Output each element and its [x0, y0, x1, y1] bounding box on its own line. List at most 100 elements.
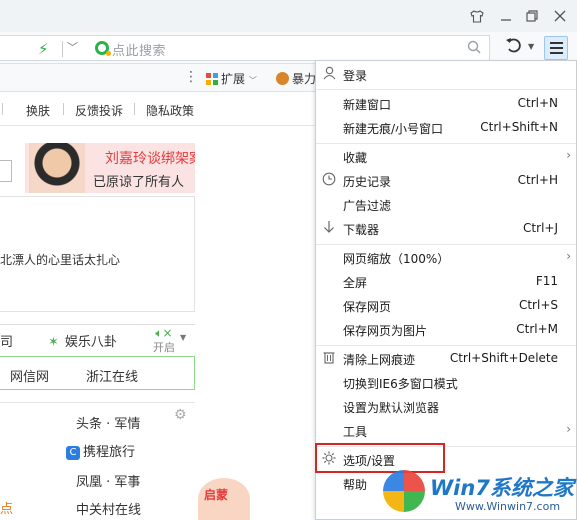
- menu-separator: [316, 244, 576, 245]
- chevron-right-icon: ›: [566, 422, 571, 436]
- list-item[interactable]: 头条 · 军情: [76, 413, 140, 432]
- extensions-button[interactable]: 扩展 ﹀: [206, 70, 257, 87]
- menu-item-shortcut: Ctrl+M: [516, 322, 558, 336]
- tab-partial[interactable]: 司: [0, 331, 13, 350]
- menu-item-label: 保存网页为图片: [343, 324, 428, 338]
- skin-shirt-icon[interactable]: [467, 7, 487, 25]
- watermark: Win7系统之家 Www.Winwin7.com: [375, 466, 577, 520]
- search-placeholder[interactable]: 点此搜索: [112, 40, 166, 59]
- list-item[interactable]: C 携程旅行: [66, 441, 135, 460]
- tab-entertainment-label: 娱乐八卦: [64, 335, 117, 350]
- green-link-row: 网信网 浙江在线: [0, 356, 195, 390]
- menu-item-label: 清除上网痕迹: [343, 353, 416, 367]
- link-wangxin[interactable]: 网信网: [10, 366, 49, 385]
- menu-item-incognito[interactable]: 新建无痕/小号窗口 Ctrl+Shift+N: [316, 116, 576, 140]
- close-icon[interactable]: [550, 7, 570, 25]
- chevron-down-icon: ﹀: [248, 76, 257, 85]
- privacy-link[interactable]: 隐私政策: [146, 102, 194, 119]
- search-engine-logo-icon[interactable]: [95, 41, 111, 56]
- gear-icon[interactable]: ⚙: [174, 407, 187, 423]
- menu-item-save-as-image[interactable]: 保存网页为图片 Ctrl+M: [316, 318, 576, 342]
- feedback-link[interactable]: 反馈投诉: [75, 102, 123, 119]
- list-item[interactable]: 中关村在线: [76, 499, 141, 518]
- skin-link[interactable]: 换肤: [26, 102, 50, 119]
- sound-toggle-label: 开启: [153, 341, 175, 354]
- divider: [63, 103, 64, 115]
- menu-item-favorites[interactable]: 收藏 ›: [316, 145, 576, 169]
- extensions-grid-icon: [206, 73, 218, 85]
- menu-item-shortcut: Ctrl+J: [523, 221, 558, 235]
- menu-item-shortcut: F11: [535, 274, 558, 288]
- link-zhejiang-online[interactable]: 浙江在线: [86, 366, 138, 385]
- ad-subtitle: 已原谅了所有人: [93, 175, 185, 190]
- menu-item-label: 全屏: [343, 276, 368, 290]
- menu-separator: [316, 345, 576, 346]
- menu-item-shortcut: Ctrl+Shift+N: [480, 120, 558, 134]
- trash-icon: [321, 350, 337, 368]
- speaker-muted-icon: 🔈︎×: [155, 326, 173, 340]
- promo-thumbnail[interactable]: 启蒙: [198, 478, 250, 520]
- ctrip-icon: C: [66, 446, 80, 460]
- menu-item-history[interactable]: 历史记录 Ctrl+H: [316, 169, 576, 193]
- ad-banner[interactable]: 刘嘉玲谈绑架案 已原谅了所有人: [25, 143, 195, 193]
- news-headline[interactable]: 北漂人的心里话太扎心: [0, 251, 120, 268]
- tab-entertainment[interactable]: ✶ 娱乐八卦: [48, 331, 117, 350]
- extension-item-label: 暴力: [292, 72, 317, 86]
- menu-item-fullscreen[interactable]: 全屏 F11: [316, 270, 576, 294]
- menu-item-label: 网页缩放（100%）: [343, 252, 450, 266]
- chevron-down-icon[interactable]: ﹀: [67, 39, 78, 55]
- extensions-label: 扩展: [221, 72, 246, 86]
- extension-item[interactable]: 暴力: [276, 70, 316, 87]
- menu-item-label: 工具: [343, 425, 368, 439]
- more-vertical-icon[interactable]: ⋮: [184, 69, 198, 85]
- menu-item-label: 保存网页: [343, 300, 392, 314]
- menu-item-login[interactable]: 登录: [316, 63, 576, 87]
- divider: [62, 41, 63, 57]
- download-arrow-icon: [321, 220, 337, 238]
- menu-item-clear-traces[interactable]: 清除上网痕迹 Ctrl+Shift+Delete: [316, 347, 576, 371]
- main-menu-button[interactable]: [544, 36, 568, 60]
- restore-icon[interactable]: [522, 7, 542, 25]
- search-box-edge[interactable]: [0, 160, 12, 182]
- partial-link[interactable]: 点: [0, 498, 13, 517]
- minimize-icon[interactable]: [496, 7, 516, 25]
- undo-refresh-icon[interactable]: [505, 36, 523, 59]
- menu-item-downloads[interactable]: 下载器 Ctrl+J: [316, 217, 576, 241]
- watermark-title: Win7系统之家: [430, 476, 574, 500]
- menu-item-zoom[interactable]: 网页缩放（100%） ›: [316, 246, 576, 270]
- menu-item-label: 切换到IE6多窗口模式: [343, 377, 458, 391]
- menu-item-tools[interactable]: 工具 ›: [316, 419, 576, 443]
- refresh-dropdown-icon[interactable]: ▼: [528, 42, 534, 51]
- menu-item-label: 设置为默认浏览器: [343, 401, 440, 415]
- menu-item-new-window[interactable]: 新建窗口 Ctrl+N: [316, 92, 576, 116]
- chevron-right-icon: ›: [566, 249, 571, 263]
- page-top-links: 换肤 反馈投诉 隐私政策: [0, 92, 320, 126]
- divider: [2, 103, 3, 115]
- menu-item-ie6-mode[interactable]: 切换到IE6多窗口模式: [316, 371, 576, 395]
- speed-mode-bolt-icon[interactable]: ⚡: [38, 40, 49, 58]
- menu-item-label: 登录: [343, 69, 368, 83]
- search-icon[interactable]: [467, 40, 481, 58]
- menu-line: [549, 52, 563, 54]
- menu-item-label: 历史记录: [343, 175, 392, 189]
- menu-item-shortcut: Ctrl+Shift+Delete: [449, 351, 558, 365]
- menu-item-adblock[interactable]: 广告过滤: [316, 193, 576, 217]
- address-input[interactable]: ⚡ ﹀ 点此搜索: [0, 35, 490, 61]
- menu-separator: [316, 89, 576, 90]
- promo-label: 启蒙: [204, 488, 229, 502]
- menu-item-save-page[interactable]: 保存网页 Ctrl+S: [316, 294, 576, 318]
- category-tabs: 司 ✶ 娱乐八卦 🔈︎× 开启 ▼: [0, 324, 195, 354]
- sound-toggle[interactable]: 🔈︎× 开启: [150, 326, 178, 355]
- menu-item-label: 广告过滤: [343, 199, 392, 213]
- chevron-right-icon: ›: [566, 148, 571, 162]
- list-item[interactable]: 凤凰 · 军事: [76, 471, 140, 490]
- site-link-list: ⚙ 头条 · 军情 C 携程旅行 凤凰 · 军事 中关村在线: [0, 402, 195, 520]
- user-icon: [321, 66, 337, 84]
- menu-line: [549, 42, 563, 44]
- chevron-down-icon[interactable]: ▼: [180, 333, 186, 342]
- ad-photo: [29, 143, 85, 193]
- extension-avatar-icon: [276, 72, 289, 85]
- divider: [134, 103, 135, 115]
- menu-item-shortcut: Ctrl+S: [518, 298, 558, 312]
- menu-item-set-default[interactable]: 设置为默认浏览器: [316, 395, 576, 419]
